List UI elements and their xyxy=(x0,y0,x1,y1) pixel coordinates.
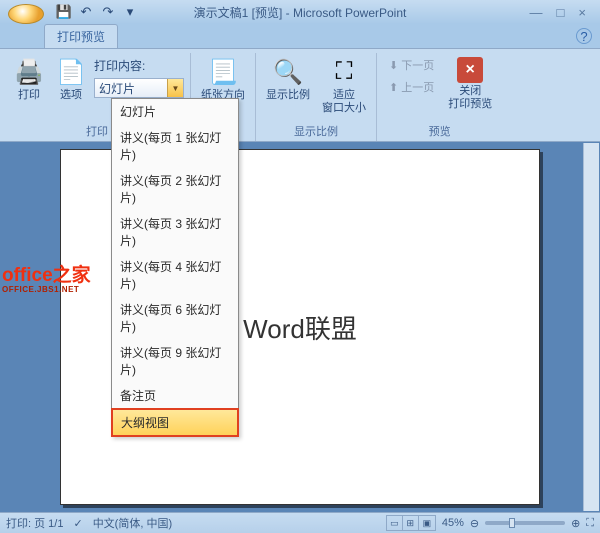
watermark: office之家 OFFICE.JBS1.NET xyxy=(2,260,91,294)
quick-access-toolbar: 💾 ↶ ↷ ▾ xyxy=(54,3,140,21)
print-content-dropdown: 幻灯片 讲义(每页 1 张幻灯片) 讲义(每页 2 张幻灯片) 讲义(每页 3 … xyxy=(111,98,239,437)
ribbon-group-label-zoom: 显示比例 xyxy=(294,121,338,141)
window-title: 演示文稿1 [预览] - Microsoft PowerPoint xyxy=(194,4,407,21)
dropdown-item-outline-view[interactable]: 大纲视图 xyxy=(112,409,238,436)
spellcheck-icon[interactable]: ✓ xyxy=(73,517,82,530)
close-preview-button[interactable]: × 关闭 打印预览 xyxy=(444,55,496,113)
zoom-icon: 🔍 xyxy=(273,57,303,87)
close-window-button[interactable]: × xyxy=(578,5,586,20)
redo-icon[interactable]: ↷ xyxy=(98,3,118,21)
fit-window-button-label: 适应 窗口大小 xyxy=(322,89,366,115)
close-icon: × xyxy=(457,57,483,83)
maximize-button[interactable]: □ xyxy=(557,5,565,20)
orientation-icon: 📃 xyxy=(208,57,238,87)
ribbon-group-preview: ⬇下一页 ⬆上一页 × 关闭 打印预览 预览 xyxy=(377,53,502,141)
status-language[interactable]: 中文(简体, 中国) xyxy=(93,515,172,531)
view-switcher: ▭ ⊞ ▣ xyxy=(386,515,436,531)
dropdown-item[interactable]: 幻灯片 xyxy=(112,99,238,125)
ribbon-group-label-print: 打印 xyxy=(86,121,108,141)
print-button-label: 打印 xyxy=(18,89,40,102)
print-content-combo[interactable]: 幻灯片 ▼ xyxy=(94,78,184,98)
ribbon-tabbar: 打印预览 ? xyxy=(0,24,600,48)
arrow-down-icon: ⬇ xyxy=(389,59,398,72)
zoom-slider[interactable] xyxy=(485,521,565,525)
close-preview-button-label: 关闭 打印预览 xyxy=(448,85,492,111)
view-normal-icon[interactable]: ▭ xyxy=(387,516,403,530)
dropdown-item[interactable]: 讲义(每页 6 张幻灯片) xyxy=(112,297,238,340)
dropdown-item[interactable]: 讲义(每页 1 张幻灯片) xyxy=(112,125,238,168)
dropdown-item[interactable]: 讲义(每页 3 张幻灯片) xyxy=(112,211,238,254)
dropdown-item[interactable]: 讲义(每页 9 张幻灯片) xyxy=(112,340,238,383)
qat-more-icon[interactable]: ▾ xyxy=(120,3,140,21)
view-sorter-icon[interactable]: ⊞ xyxy=(403,516,419,530)
zoom-in-button[interactable]: ⊕ xyxy=(571,517,580,530)
vertical-scrollbar[interactable] xyxy=(583,143,599,511)
ribbon: 🖨️ 打印 📄 选项 打印内容: 幻灯片 ▼ 打印 📃 纸张方向 xyxy=(0,48,600,142)
combo-value: 幻灯片 xyxy=(95,80,167,97)
status-page: 打印: 页 1/1 xyxy=(6,515,63,531)
slide-content-text: Word联盟 xyxy=(243,309,357,346)
zoom-slider-thumb[interactable] xyxy=(509,518,515,528)
save-icon[interactable]: 💾 xyxy=(54,3,74,21)
zoom-button[interactable]: 🔍 显示比例 xyxy=(262,55,314,104)
options-button[interactable]: 📄 选项 xyxy=(52,55,90,104)
zoom-out-button[interactable]: ⊖ xyxy=(470,517,479,530)
preview-canvas: Word联盟 xyxy=(0,142,600,512)
orientation-button[interactable]: 📃 纸张方向 xyxy=(197,55,249,104)
chevron-down-icon[interactable]: ▼ xyxy=(167,79,183,97)
ribbon-group-label-preview: 预览 xyxy=(429,121,451,141)
statusbar: 打印: 页 1/1 ✓ 中文(简体, 中国) ▭ ⊞ ▣ 45% ⊖ ⊕ ⛶ xyxy=(0,512,600,533)
print-content-label: 打印内容: xyxy=(94,57,184,74)
help-icon[interactable]: ? xyxy=(576,28,592,44)
zoom-percent[interactable]: 45% xyxy=(442,517,464,529)
titlebar: 💾 ↶ ↷ ▾ 演示文稿1 [预览] - Microsoft PowerPoin… xyxy=(0,0,600,24)
options-icon: 📄 xyxy=(56,57,86,87)
print-button[interactable]: 🖨️ 打印 xyxy=(10,55,48,104)
fit-window-button[interactable]: ⛶ 适应 窗口大小 xyxy=(318,55,370,117)
fit-to-window-icon[interactable]: ⛶ xyxy=(586,517,594,530)
dropdown-item[interactable]: 备注页 xyxy=(112,383,238,409)
window-controls: — □ × xyxy=(530,5,596,20)
next-page-button[interactable]: ⬇下一页 xyxy=(383,55,440,75)
fit-icon: ⛶ xyxy=(329,57,359,87)
prev-page-button[interactable]: ⬆上一页 xyxy=(383,77,440,97)
view-slideshow-icon[interactable]: ▣ xyxy=(419,516,435,530)
ribbon-group-zoom: 🔍 显示比例 ⛶ 适应 窗口大小 显示比例 xyxy=(256,53,377,141)
dropdown-item[interactable]: 讲义(每页 2 张幻灯片) xyxy=(112,168,238,211)
office-button[interactable] xyxy=(8,4,44,24)
dropdown-item[interactable]: 讲义(每页 4 张幻灯片) xyxy=(112,254,238,297)
options-button-label: 选项 xyxy=(60,89,82,102)
zoom-button-label: 显示比例 xyxy=(266,89,310,102)
printer-icon: 🖨️ xyxy=(14,57,44,87)
minimize-button[interactable]: — xyxy=(530,5,543,20)
undo-icon[interactable]: ↶ xyxy=(76,3,96,21)
tab-print-preview[interactable]: 打印预览 xyxy=(44,24,118,48)
arrow-up-icon: ⬆ xyxy=(389,81,398,94)
